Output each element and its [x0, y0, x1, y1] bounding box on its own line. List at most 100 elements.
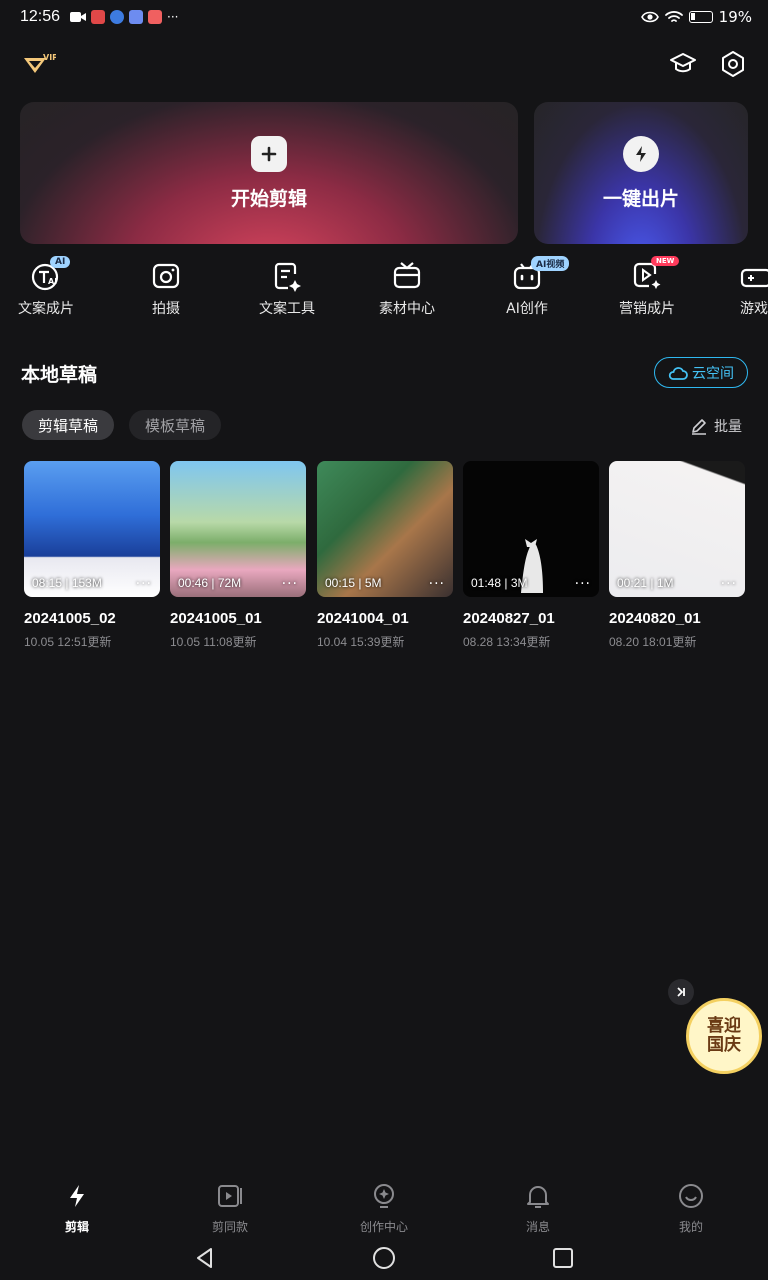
- more-options-button[interactable]: ···: [721, 576, 737, 592]
- nav-profile[interactable]: 我的: [641, 1176, 741, 1235]
- cloud-icon: [668, 366, 688, 380]
- plus-icon: [251, 135, 287, 172]
- promo-line-2: 国庆: [707, 1035, 741, 1055]
- nav-creator-center[interactable]: 创作中心: [334, 1176, 434, 1235]
- nav-same-style[interactable]: 剪同款: [180, 1176, 280, 1235]
- tool-game[interactable]: 游戏: [718, 256, 768, 318]
- draft-name: 20241005_02: [24, 610, 116, 627]
- system-nav-bar: [0, 1240, 768, 1280]
- more-options-button[interactable]: ···: [136, 576, 152, 592]
- draft-card[interactable]: 08:15 | 153M ··· 20241005_02 10.05 12:51…: [24, 461, 160, 650]
- more-options-button[interactable]: ···: [575, 576, 591, 592]
- draft-name: 20241004_01: [317, 610, 409, 627]
- tool-shoot[interactable]: 拍摄: [116, 256, 216, 318]
- status-time: 12:56: [20, 8, 61, 25]
- draft-updated: 08.28 13:34更新: [463, 635, 551, 649]
- nav-label: 消息: [525, 1220, 550, 1234]
- app-notification-icon: [91, 10, 106, 24]
- draft-name: 20240827_01: [463, 610, 555, 627]
- bottom-nav: 剪辑 剪同款 创作中心 消息 我的: [0, 1176, 768, 1236]
- nav-label: 我的: [678, 1220, 703, 1234]
- chevron-right-icon: [677, 987, 685, 997]
- battery-percent: 19%: [718, 8, 752, 26]
- bulb-icon: [374, 1184, 394, 1208]
- draft-thumbnail: 08:15 | 153M ···: [24, 461, 160, 597]
- tool-label: 拍摄: [152, 301, 180, 317]
- one-click-card[interactable]: 一键出片: [534, 102, 748, 244]
- collapse-promo-button[interactable]: [668, 979, 694, 1005]
- one-click-label: 一键出片: [602, 187, 679, 210]
- nav-edit[interactable]: 剪辑: [27, 1176, 127, 1235]
- tool-material-center[interactable]: 素材中心: [357, 256, 457, 318]
- nav-messages[interactable]: 消息: [488, 1176, 588, 1235]
- promo-line-1: 喜迎: [707, 1016, 741, 1037]
- tool-label: AI创作: [506, 301, 548, 317]
- pencil-icon: [692, 419, 706, 435]
- lightning-icon: [623, 135, 659, 172]
- svg-text:AI: AI: [48, 277, 57, 286]
- wifi-icon: [664, 11, 683, 22]
- app-notification-icon: [148, 10, 163, 24]
- more-options-button[interactable]: ···: [282, 576, 298, 592]
- new-tag: NEW: [651, 256, 680, 266]
- video-call-icon: [70, 12, 87, 22]
- status-bar: 12:56 ··· 19%: [0, 0, 768, 34]
- national-day-promo[interactable]: 喜迎 国庆: [686, 998, 762, 1074]
- draft-thumbnail: 00:46 | 72M ···: [170, 461, 306, 597]
- tool-copywriting[interactable]: 文案工具: [237, 256, 337, 318]
- nav-label: 剪辑: [64, 1220, 89, 1234]
- tab-edit-drafts[interactable]: 剪辑草稿: [22, 410, 114, 440]
- document-edit-icon: [274, 262, 301, 292]
- draft-meta: 00:15 | 5M: [325, 576, 382, 590]
- more-options-button[interactable]: ···: [429, 576, 445, 592]
- camera-icon: [152, 263, 180, 289]
- draft-card[interactable]: 00:15 | 5M ··· 20241004_01 10.04 15:39更新: [317, 461, 453, 650]
- draft-thumbnail: 00:21 | 1M ···: [609, 461, 745, 597]
- draft-card[interactable]: 01:48 | 3M ··· 20240827_01 08.28 13:34更新: [463, 461, 599, 650]
- draft-card[interactable]: 00:46 | 72M ··· 20241005_01 10.05 11:08更…: [170, 461, 306, 650]
- tool-text-to-video[interactable]: AI AI 文案成片: [0, 256, 96, 318]
- gamepad-icon: [740, 268, 768, 288]
- tool-label: 素材中心: [379, 301, 435, 317]
- tv-icon: [393, 262, 421, 289]
- svg-text:VIP: VIP: [43, 53, 56, 62]
- tool-label: 文案成片: [18, 301, 74, 317]
- home-icon[interactable]: [372, 1246, 396, 1270]
- tool-ai-create[interactable]: AI视频 AI创作: [477, 256, 577, 318]
- notification-icons: ···: [70, 10, 179, 24]
- draft-name: 20241005_01: [170, 610, 262, 627]
- back-icon[interactable]: [193, 1246, 217, 1270]
- ai-tag: AI: [50, 256, 71, 268]
- draft-updated: 10.05 12:51更新: [24, 635, 112, 649]
- app-notification-icon: [129, 10, 144, 24]
- app-notification-icon: [110, 10, 125, 24]
- draft-thumbnail: 00:15 | 5M ···: [317, 461, 453, 597]
- tool-marketing[interactable]: NEW 营销成片: [597, 256, 697, 318]
- tool-label: 文案工具: [259, 301, 315, 317]
- tool-label: 营销成片: [619, 301, 675, 317]
- battery-icon: [688, 11, 713, 23]
- nav-label: 创作中心: [359, 1220, 408, 1234]
- settings-icon[interactable]: [719, 50, 747, 78]
- draft-card[interactable]: 00:21 | 1M ··· 20240820_01 08.20 18:01更新: [609, 461, 745, 650]
- draft-updated: 10.04 15:39更新: [317, 635, 405, 649]
- local-drafts-title: 本地草稿: [21, 364, 98, 386]
- eye-icon: [640, 11, 659, 23]
- recents-icon[interactable]: [551, 1246, 575, 1270]
- draft-meta: 08:15 | 153M: [32, 576, 102, 590]
- tab-template-drafts[interactable]: 模板草稿: [129, 410, 221, 440]
- bell-icon: [527, 1186, 549, 1208]
- graduation-cap-icon[interactable]: [669, 50, 697, 78]
- start-edit-card[interactable]: 开始剪辑: [20, 102, 518, 244]
- batch-button[interactable]: 批量: [690, 416, 742, 436]
- ai-video-tag: AI视频: [531, 256, 570, 271]
- nav-label: 剪同款: [211, 1220, 248, 1234]
- cloud-space-button[interactable]: 云空间: [654, 357, 748, 388]
- cloud-space-label: 云空间: [692, 365, 734, 382]
- batch-label: 批量: [714, 419, 742, 435]
- draft-meta: 00:21 | 1M: [617, 576, 674, 590]
- vip-badge-icon[interactable]: VIP: [22, 50, 58, 78]
- draft-thumbnail: 01:48 | 3M ···: [463, 461, 599, 597]
- draft-updated: 08.20 18:01更新: [609, 635, 697, 649]
- more-notifications: ···: [167, 10, 179, 24]
